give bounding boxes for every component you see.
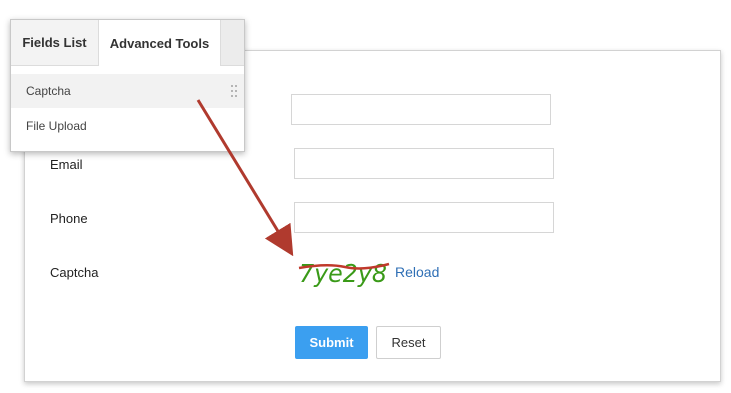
name-field[interactable] [291,94,551,125]
panel-item-captcha[interactable]: Captcha [11,74,244,108]
tab-bar-filler [221,20,244,65]
panel-tabs: Fields List Advanced Tools [11,20,244,66]
fields-panel: Fields List Advanced Tools Captcha File … [10,19,245,152]
phone-field[interactable] [294,202,554,233]
email-field[interactable] [294,148,554,179]
captcha-image: 7ye2y8 [298,259,390,288]
panel-item-label: Captcha [26,84,71,98]
svg-text:7ye2y8: 7ye2y8 [299,259,387,288]
submit-button[interactable]: Submit [295,326,368,359]
email-label: Email [50,157,83,172]
panel-item-label: File Upload [26,119,87,133]
reset-button[interactable]: Reset [376,326,441,359]
phone-label: Phone [50,211,88,226]
drag-handle-icon[interactable] [231,85,237,97]
reload-captcha-link[interactable]: Reload [395,264,439,280]
captcha-label: Captcha [50,265,99,280]
panel-item-file-upload[interactable]: File Upload [11,109,244,143]
tab-advanced-tools[interactable]: Advanced Tools [99,20,221,66]
tab-fields-list[interactable]: Fields List [11,20,99,65]
